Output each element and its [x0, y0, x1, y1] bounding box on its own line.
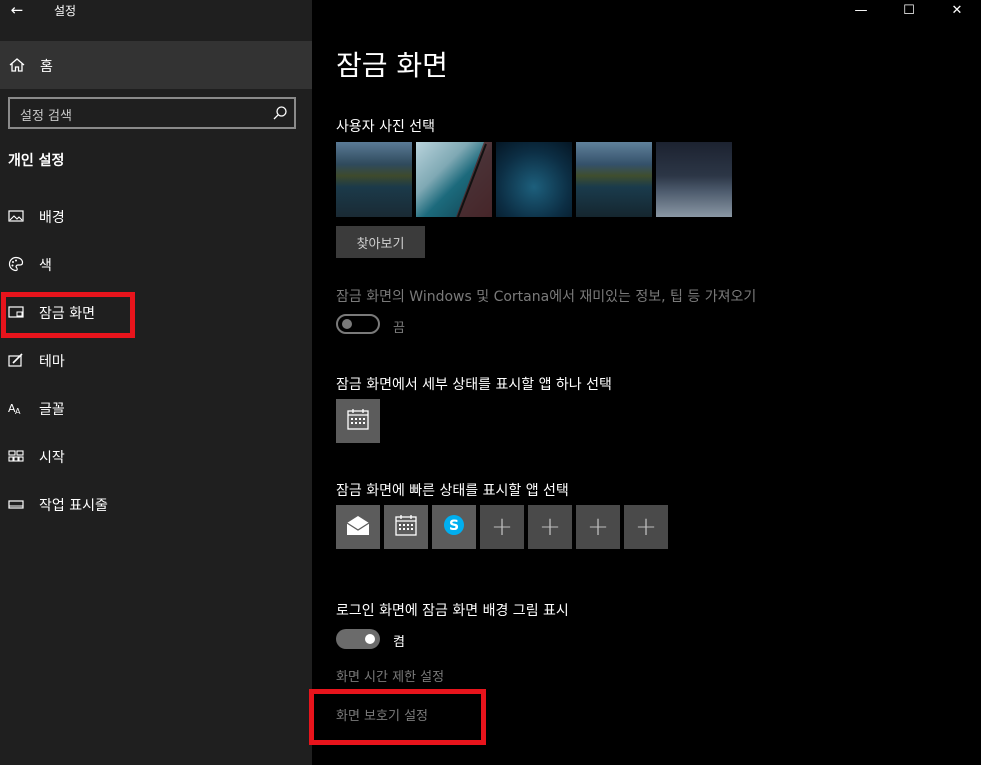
quick-status-label: 잠금 화면에 빠른 상태를 표시할 앱 선택 — [336, 483, 569, 499]
sidebar-item-label: 색 — [39, 258, 52, 274]
fun-facts-toggle-state: 끔 — [393, 321, 405, 336]
window-controls: — ☐ ✕ — [837, 0, 981, 20]
lock-screen-icon — [8, 304, 24, 320]
photo-thumbnail[interactable] — [336, 142, 412, 217]
photo-thumbnail[interactable] — [576, 142, 652, 217]
fun-facts-toggle[interactable] — [336, 314, 380, 334]
sidebar-item-colors[interactable]: 색 — [0, 242, 312, 286]
add-icon: + — [635, 512, 657, 542]
settings-search-input[interactable]: 설정 검색 — [8, 97, 296, 129]
signin-background-toggle[interactable] — [336, 629, 380, 649]
sidebar-item-label: 테마 — [39, 354, 65, 370]
sidebar-item-start[interactable]: 시작 — [0, 434, 312, 478]
minimize-button[interactable]: — — [837, 0, 885, 20]
maximize-button[interactable]: ☐ — [885, 0, 933, 20]
toggle-knob — [365, 634, 375, 644]
theme-icon — [8, 352, 24, 368]
sidebar: ← 설정 홈 설정 검색 개인 설정 배경 색 잠금 화면 테마 A A 글꼴 … — [0, 0, 312, 765]
quick-status-add-button[interactable]: + — [576, 505, 620, 549]
calendar-icon — [394, 513, 418, 541]
detailed-status-app-button[interactable] — [336, 399, 380, 443]
add-icon: + — [539, 512, 561, 542]
photo-thumbnail[interactable] — [496, 142, 572, 217]
detailed-status-label: 잠금 화면에서 세부 상태를 표시할 앱 하나 선택 — [336, 377, 612, 393]
palette-icon — [8, 256, 24, 272]
search-placeholder: 설정 검색 — [20, 109, 72, 124]
home-icon — [9, 57, 25, 77]
fun-facts-label: 잠금 화면의 Windows 및 Cortana에서 재미있는 정보, 팁 등 … — [336, 289, 757, 305]
quick-status-add-button[interactable]: + — [528, 505, 572, 549]
app-title: 설정 — [54, 4, 77, 18]
sidebar-item-background[interactable]: 배경 — [0, 194, 312, 238]
quick-status-app-skype[interactable]: S — [432, 505, 476, 549]
quick-status-add-button[interactable]: + — [480, 505, 524, 549]
quick-status-add-button[interactable]: + — [624, 505, 668, 549]
photo-gallery — [336, 142, 732, 217]
photo-thumbnail[interactable] — [416, 142, 492, 217]
sidebar-item-taskbar[interactable]: 작업 표시줄 — [0, 482, 312, 526]
sidebar-item-themes[interactable]: 테마 — [0, 338, 312, 382]
photo-thumbnail[interactable] — [656, 142, 732, 217]
start-icon — [8, 448, 24, 464]
calendar-icon — [346, 407, 370, 435]
signin-background-toggle-state: 켬 — [393, 635, 405, 650]
sidebar-item-fonts[interactable]: AA 글꼴 — [0, 386, 312, 430]
section-title: 개인 설정 — [8, 153, 65, 169]
svg-text:A: A — [15, 407, 21, 416]
svg-text:S: S — [449, 518, 459, 534]
title-bar: ← 설정 — [0, 0, 312, 40]
sidebar-item-label: 배경 — [39, 210, 65, 226]
choose-photo-label: 사용자 사진 선택 — [336, 119, 436, 135]
add-icon: + — [491, 512, 513, 542]
sidebar-item-lock-screen[interactable]: 잠금 화면 — [0, 290, 312, 334]
close-button[interactable]: ✕ — [933, 0, 981, 20]
sidebar-item-label: 시작 — [39, 450, 65, 466]
quick-status-app-calendar[interactable] — [384, 505, 428, 549]
mail-icon — [345, 513, 371, 541]
toggle-knob — [342, 319, 352, 329]
search-icon[interactable] — [272, 105, 288, 121]
screen-timeout-link[interactable]: 화면 시간 제한 설정 — [336, 666, 444, 685]
page-title: 잠금 화면 — [336, 49, 448, 82]
taskbar-icon — [8, 496, 24, 512]
quick-status-app-mail[interactable] — [336, 505, 380, 549]
main-content: 잠금 화면 사용자 사진 선택 찾아보기 잠금 화면의 Windows 및 Co… — [312, 0, 981, 765]
screensaver-link[interactable]: 화면 보호기 설정 — [336, 705, 428, 724]
sidebar-item-label: 작업 표시줄 — [39, 498, 108, 514]
sidebar-item-label: 잠금 화면 — [39, 306, 95, 322]
back-button[interactable]: ← — [4, 0, 30, 20]
picture-icon — [8, 208, 24, 224]
nav-home-label: 홈 — [40, 59, 53, 75]
browse-button[interactable]: 찾아보기 — [336, 226, 425, 258]
signin-background-label: 로그인 화면에 잠금 화면 배경 그림 표시 — [336, 603, 569, 619]
font-icon: AA — [8, 400, 24, 416]
sidebar-item-label: 글꼴 — [39, 402, 65, 418]
add-icon: + — [587, 512, 609, 542]
skype-icon: S — [442, 513, 466, 541]
nav-home[interactable]: 홈 — [0, 41, 312, 89]
